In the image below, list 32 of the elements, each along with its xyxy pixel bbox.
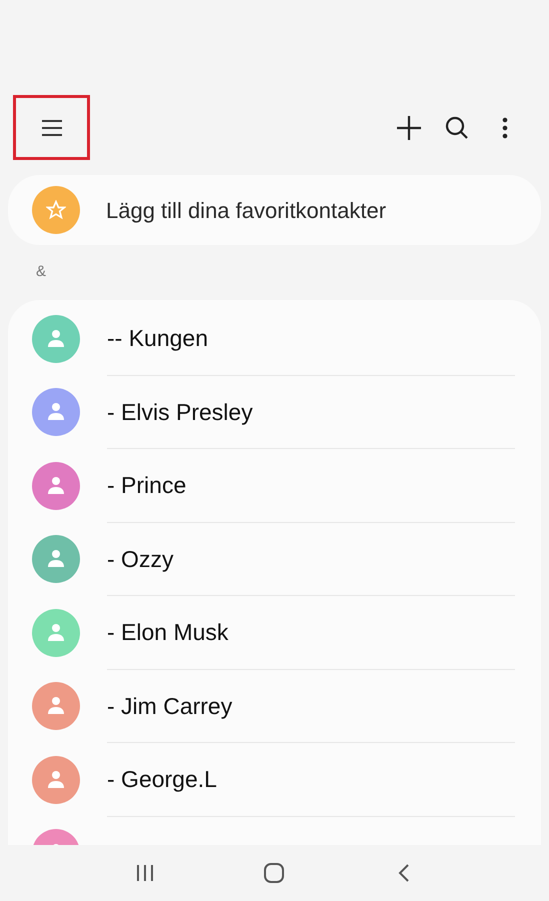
- contact-item[interactable]: - Elvis Presley: [8, 376, 541, 449]
- contact-item[interactable]: -- Kungen: [8, 302, 541, 376]
- contact-item[interactable]: - Elon Musk: [8, 596, 541, 670]
- person-icon: [47, 696, 65, 716]
- contact-name: - Ozzy: [107, 544, 174, 574]
- search-icon: [445, 116, 469, 140]
- person-icon: [47, 402, 65, 422]
- contact-item[interactable]: - Prince: [8, 449, 541, 522]
- star-icon: [46, 200, 66, 220]
- back-icon: [398, 863, 410, 883]
- home-icon: [263, 862, 286, 884]
- contact-name: - Elon Musk: [107, 618, 228, 647]
- contact-name: - Prince: [107, 471, 186, 500]
- recent-apps-icon: [134, 863, 155, 883]
- person-icon: [47, 476, 65, 496]
- contact-item[interactable]: - Jim Carrey: [8, 670, 541, 743]
- person-icon: [47, 622, 65, 643]
- contact-name: - Elvis Presley: [107, 398, 253, 427]
- contact-item[interactable]: - George.L: [8, 743, 541, 816]
- plus-icon: [396, 114, 422, 140]
- contact-name: - Jim Carrey: [107, 692, 232, 721]
- person-icon: [47, 328, 65, 349]
- person-icon: [47, 549, 65, 570]
- menu-icon: [40, 118, 62, 136]
- contact-name: - George.L: [107, 765, 217, 794]
- contact-item[interactable]: - Ozzy: [8, 522, 541, 596]
- contact-name: -- Kungen: [107, 324, 208, 353]
- add-favorites-card[interactable]: Lägg till dina favoritkontakter: [8, 175, 541, 245]
- section-header: &: [36, 262, 46, 282]
- more-icon: [502, 116, 508, 138]
- menu-button[interactable]: [13, 95, 90, 160]
- person-icon: [47, 770, 65, 790]
